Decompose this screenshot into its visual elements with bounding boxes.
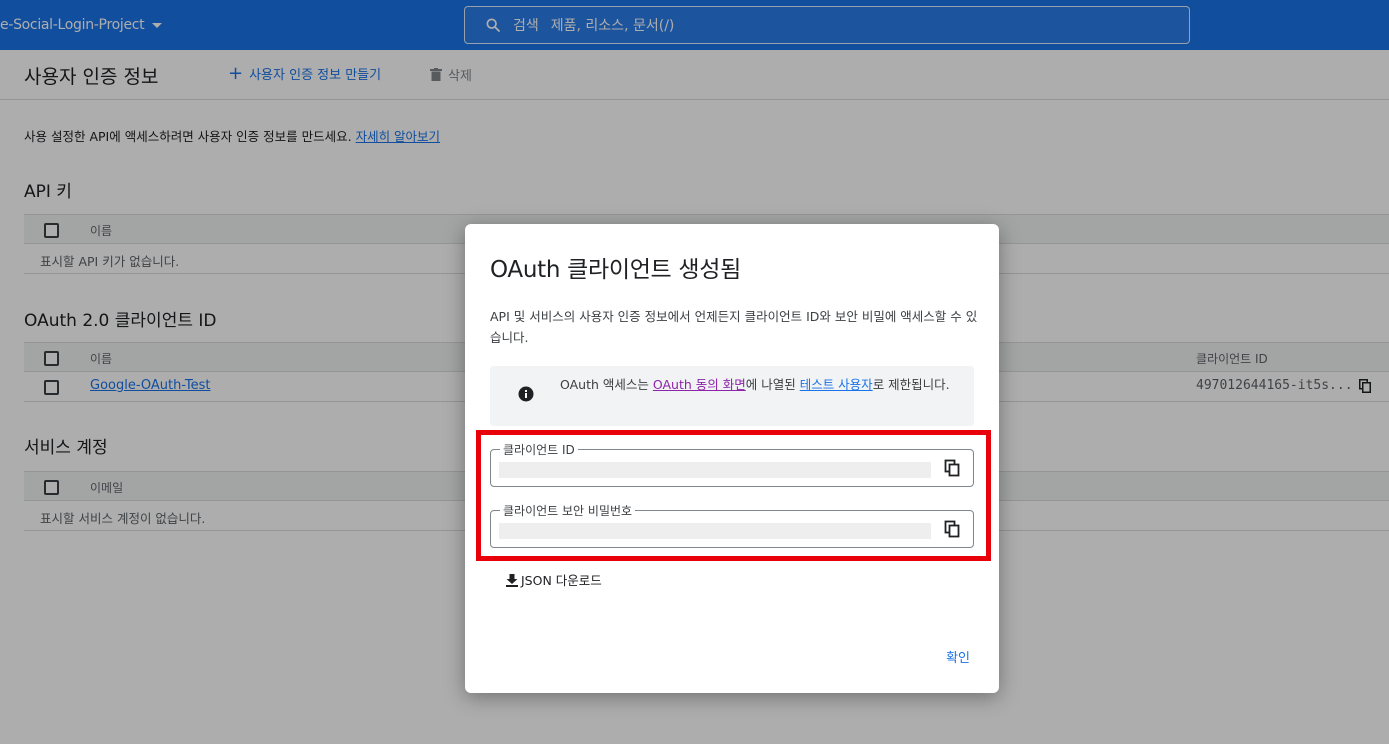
client-id-value-redacted[interactable] bbox=[499, 462, 931, 478]
info-notice: OAuth 액세스는 OAuth 동의 화면에 나열된 테스트 사용자로 제한됩… bbox=[490, 366, 974, 426]
info-icon bbox=[518, 386, 534, 402]
test-users-link[interactable]: 테스트 사용자 bbox=[800, 377, 873, 392]
info-text-part: 에 나열된 bbox=[745, 377, 800, 392]
client-id-label: 클라이언트 ID bbox=[500, 441, 578, 458]
json-download-label: JSON 다운로드 bbox=[521, 573, 602, 588]
client-secret-value-redacted[interactable] bbox=[499, 523, 931, 539]
info-text: OAuth 액세스는 OAuth 동의 화면에 나열된 테스트 사용자로 제한됩… bbox=[560, 375, 960, 395]
dialog-description: API 및 서비스의 사용자 인증 정보에서 언제든지 클라이언트 ID와 보안… bbox=[490, 309, 978, 345]
oauth-client-created-dialog: OAuth 클라이언트 생성됨 API 및 서비스의 사용자 인증 정보에서 언… bbox=[465, 224, 999, 693]
copy-icon[interactable] bbox=[943, 520, 961, 538]
info-text-part: OAuth 액세스는 bbox=[560, 377, 653, 392]
copy-icon[interactable] bbox=[943, 459, 961, 477]
ok-button[interactable]: 확인 bbox=[946, 647, 970, 666]
oauth-consent-screen-link[interactable]: OAuth 동의 화면 bbox=[653, 377, 746, 392]
dialog-title: OAuth 클라이언트 생성됨 bbox=[490, 257, 742, 283]
json-download-button[interactable]: JSON 다운로드 bbox=[505, 570, 602, 589]
download-icon bbox=[506, 573, 518, 587]
client-id-field[interactable]: 클라이언트 ID bbox=[490, 441, 974, 487]
client-secret-field[interactable]: 클라이언트 보안 비밀번호 bbox=[490, 502, 974, 548]
info-text-part: 로 제한됩니다. bbox=[872, 377, 950, 392]
client-secret-label: 클라이언트 보안 비밀번호 bbox=[500, 502, 636, 519]
